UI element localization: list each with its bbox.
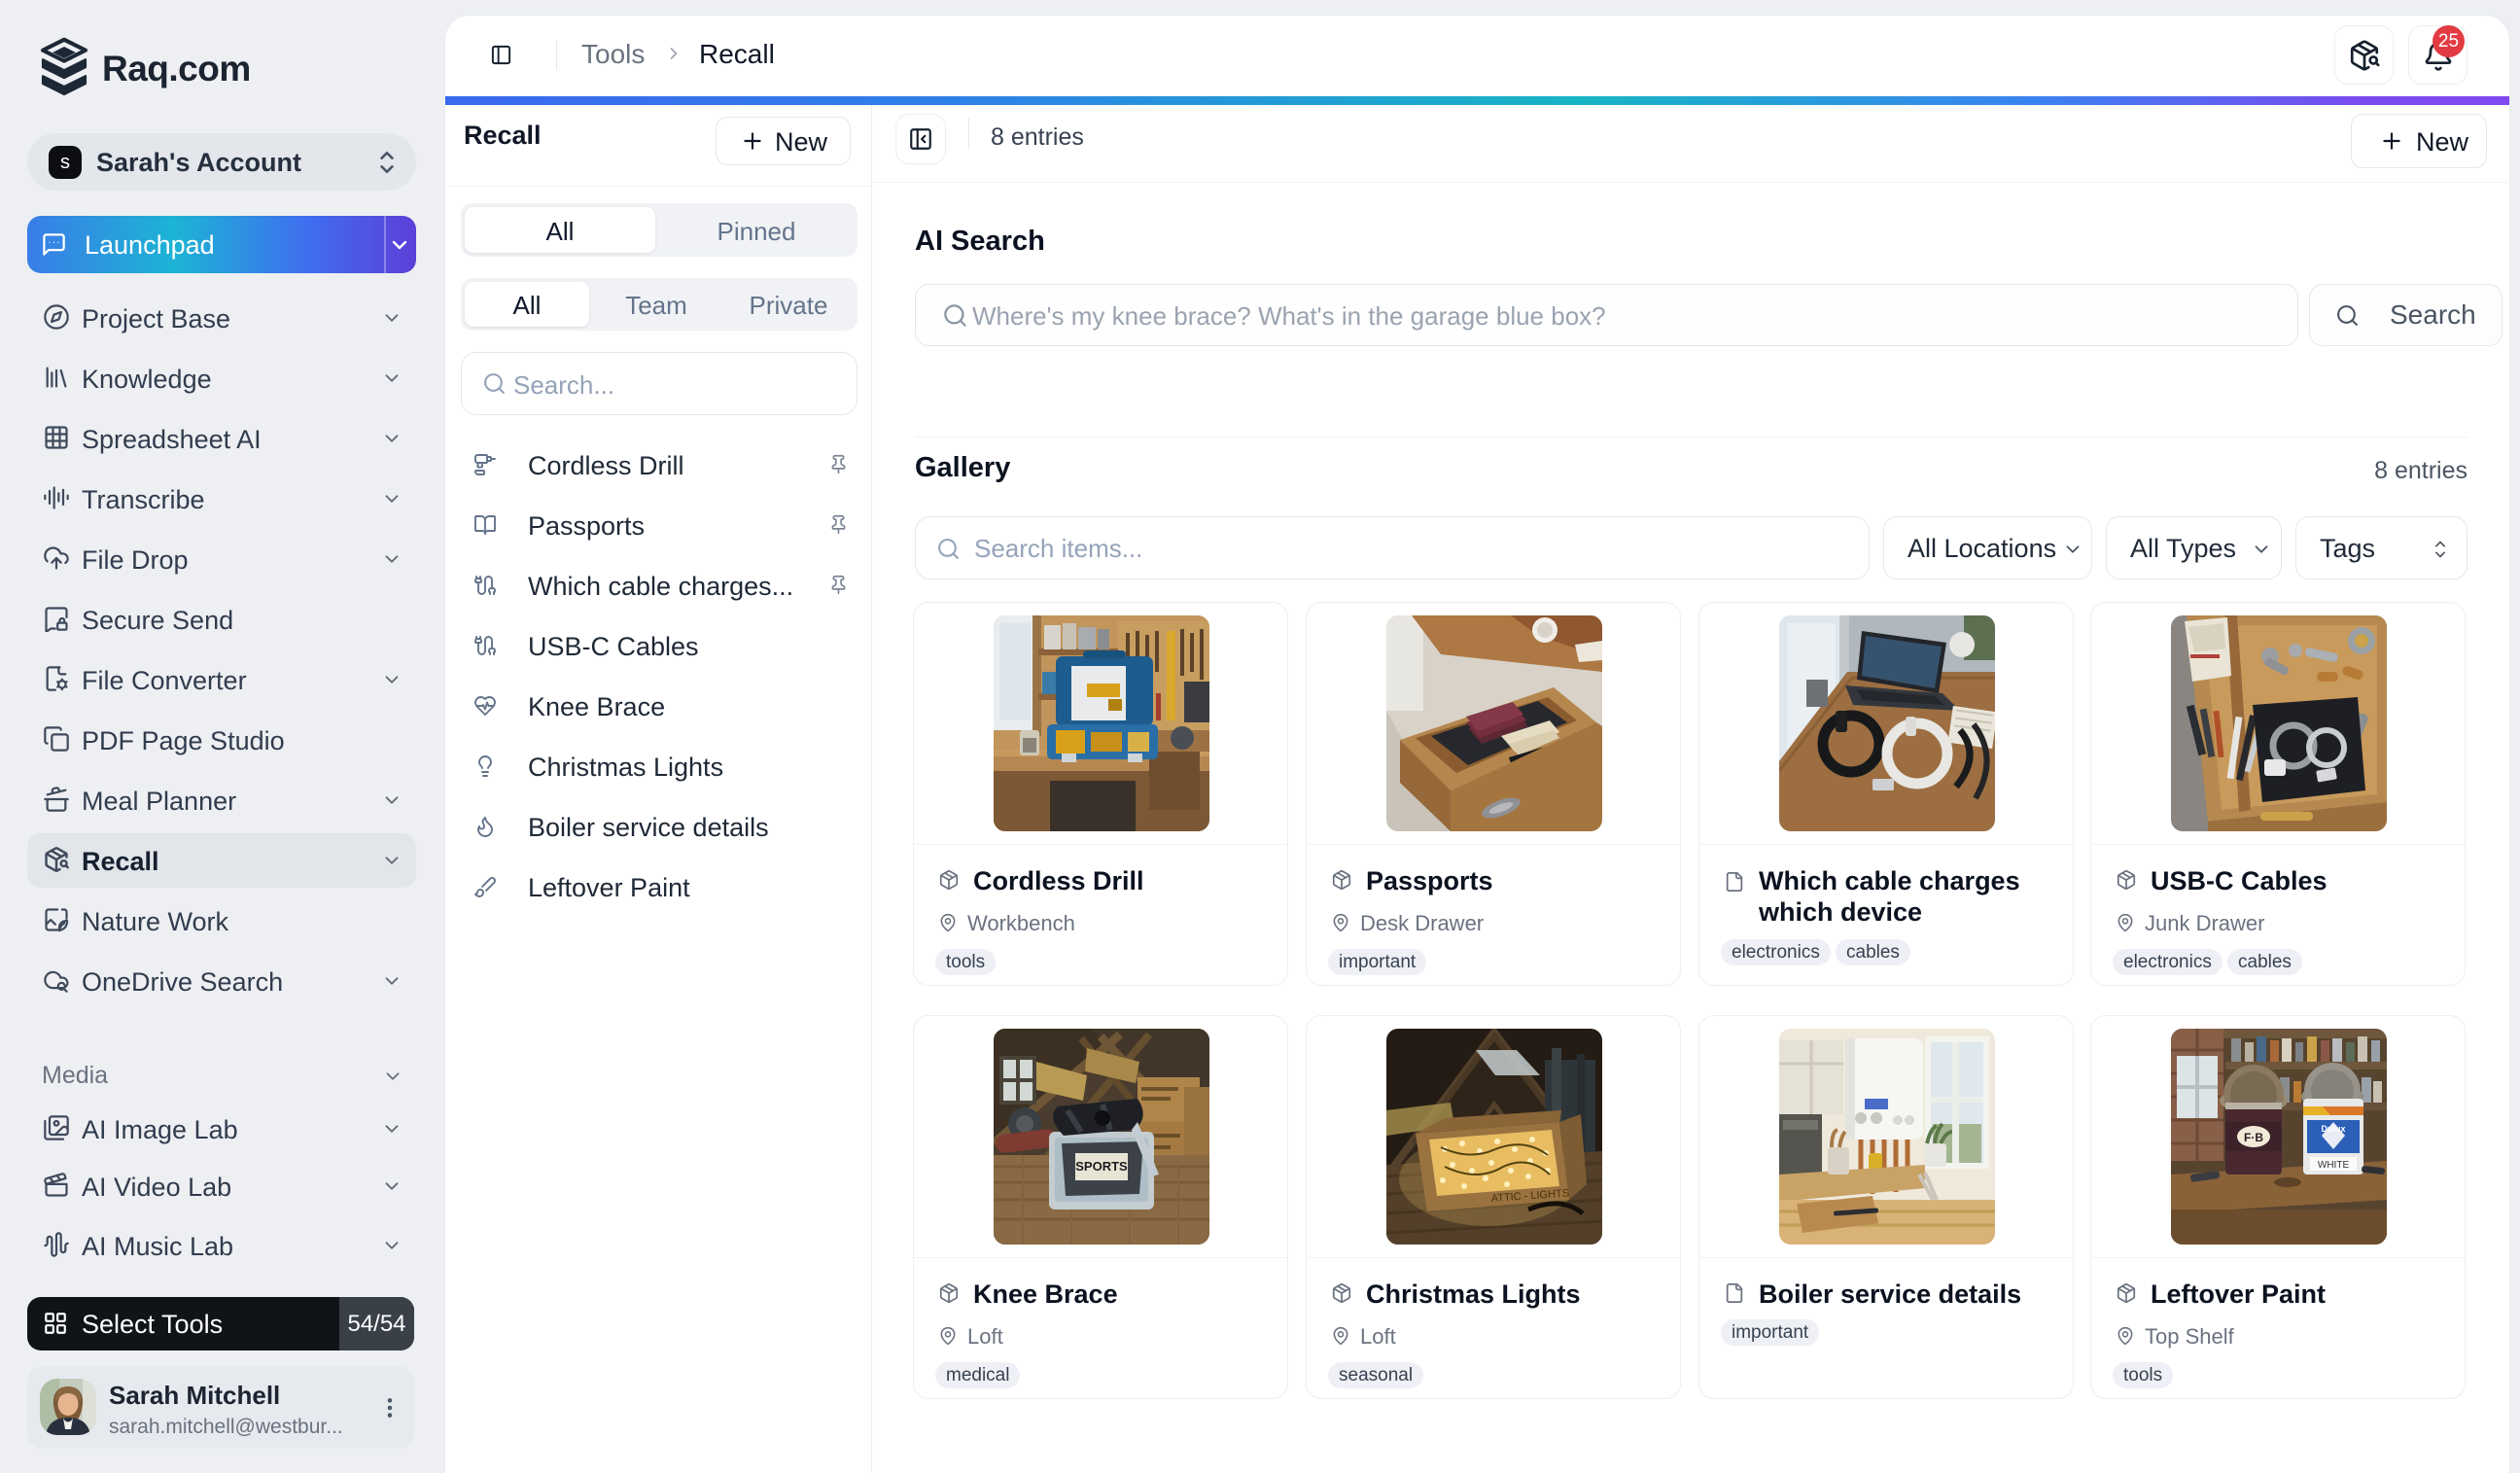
svg-text:F·B: F·B <box>2244 1131 2263 1144</box>
svg-text:SPORTS: SPORTS <box>1075 1159 1128 1174</box>
svg-text:WHITE: WHITE <box>2318 1160 2350 1171</box>
svg-text:Dulux: Dulux <box>2321 1124 2345 1134</box>
